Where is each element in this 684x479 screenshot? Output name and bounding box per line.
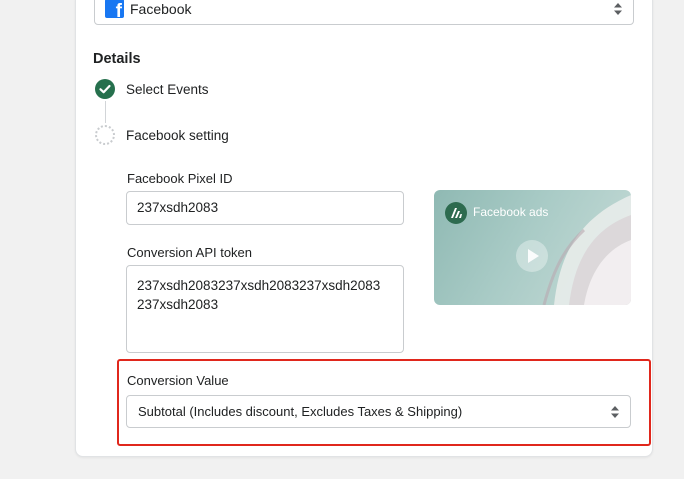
api-token-value: 237xsdh2083237xsdh2083237xsdh2083237xsdh… <box>137 278 381 312</box>
api-token-label: Conversion API token <box>127 245 253 260</box>
step-connector <box>104 101 106 123</box>
channel-select-value: Facebook <box>130 0 192 17</box>
conversion-value-label: Conversion Value <box>127 373 229 388</box>
facebook-ads-video[interactable]: Facebook ads <box>434 190 631 305</box>
channel-select[interactable]: f Facebook <box>94 0 634 25</box>
app-logo-icon <box>445 202 467 224</box>
step-facebook-setting[interactable]: Facebook setting <box>126 128 229 143</box>
facebook-icon: f <box>105 0 124 18</box>
conversion-value-selected: Subtotal (Includes discount, Excludes Ta… <box>138 404 463 419</box>
select-arrows-icon <box>611 405 619 418</box>
pixel-id-input[interactable]: 237xsdh2083 <box>126 191 404 225</box>
step-select-events[interactable]: Select Events <box>126 82 209 97</box>
select-arrows-icon <box>614 2 622 15</box>
api-token-textarea[interactable]: 237xsdh2083237xsdh2083237xsdh2083237xsdh… <box>126 265 404 353</box>
details-heading: Details <box>93 51 141 67</box>
check-circle-icon <box>95 79 115 99</box>
video-title: Facebook ads <box>473 205 549 219</box>
pixel-id-label: Facebook Pixel ID <box>127 171 233 186</box>
conversion-value-select[interactable]: Subtotal (Includes discount, Excludes Ta… <box>126 395 631 428</box>
play-icon[interactable] <box>516 240 548 272</box>
pending-circle-icon <box>95 125 115 145</box>
